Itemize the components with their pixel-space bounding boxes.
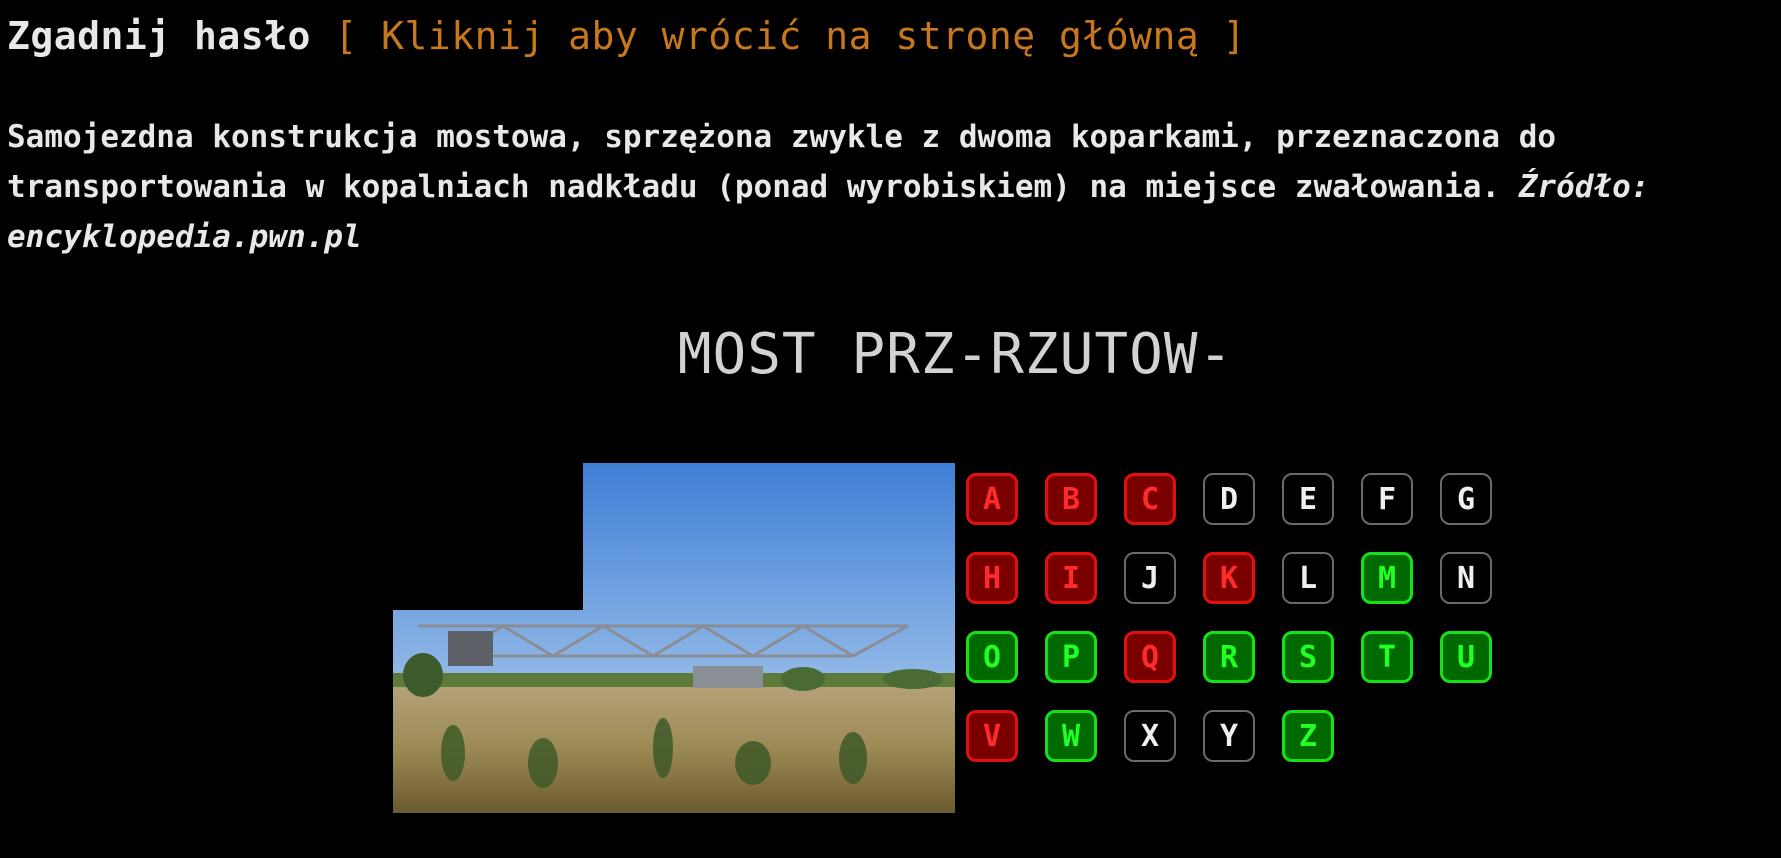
letter-key-a[interactable]: A xyxy=(966,473,1018,525)
letter-key-r[interactable]: R xyxy=(1203,631,1255,683)
hidden-word: MOST PRZ-RZUTOW- xyxy=(677,322,1234,387)
letter-key-l[interactable]: L xyxy=(1282,552,1334,604)
letter-key-j[interactable]: J xyxy=(1124,552,1176,604)
letter-key-n[interactable]: N xyxy=(1440,552,1492,604)
letter-key-d[interactable]: D xyxy=(1203,473,1255,525)
clue-photo xyxy=(393,463,955,813)
letter-key-v[interactable]: V xyxy=(966,710,1018,762)
clue-description: Samojezdna konstrukcja mostowa, sprzężon… xyxy=(7,112,1767,262)
letter-key-c[interactable]: C xyxy=(1124,473,1176,525)
letter-key-f[interactable]: F xyxy=(1361,473,1413,525)
letter-key-o[interactable]: O xyxy=(966,631,1018,683)
letter-key-w[interactable]: W xyxy=(1045,710,1097,762)
letter-key-t[interactable]: T xyxy=(1361,631,1413,683)
letter-key-g[interactable]: G xyxy=(1440,473,1492,525)
page-title: Zgadnij hasło xyxy=(7,14,311,58)
letter-key-m[interactable]: M xyxy=(1361,552,1413,604)
letter-key-i[interactable]: I xyxy=(1045,552,1097,604)
letter-key-h[interactable]: H xyxy=(966,552,1018,604)
letter-key-q[interactable]: Q xyxy=(1124,631,1176,683)
page-header: Zgadnij hasło [ Kliknij aby wrócić na st… xyxy=(7,14,1246,58)
letter-key-p[interactable]: P xyxy=(1045,631,1097,683)
letter-key-u[interactable]: U xyxy=(1440,631,1492,683)
letter-key-s[interactable]: S xyxy=(1282,631,1334,683)
letter-key-k[interactable]: K xyxy=(1203,552,1255,604)
letter-key-x[interactable]: X xyxy=(1124,710,1176,762)
letter-key-z[interactable]: Z xyxy=(1282,710,1334,762)
clue-text: Samojezdna konstrukcja mostowa, sprzężon… xyxy=(7,119,1557,205)
letter-key-b[interactable]: B xyxy=(1045,473,1097,525)
letter-key-e[interactable]: E xyxy=(1282,473,1334,525)
home-link[interactable]: [ Kliknij aby wrócić na stronę główną ] xyxy=(334,14,1246,58)
letter-key-y[interactable]: Y xyxy=(1203,710,1255,762)
